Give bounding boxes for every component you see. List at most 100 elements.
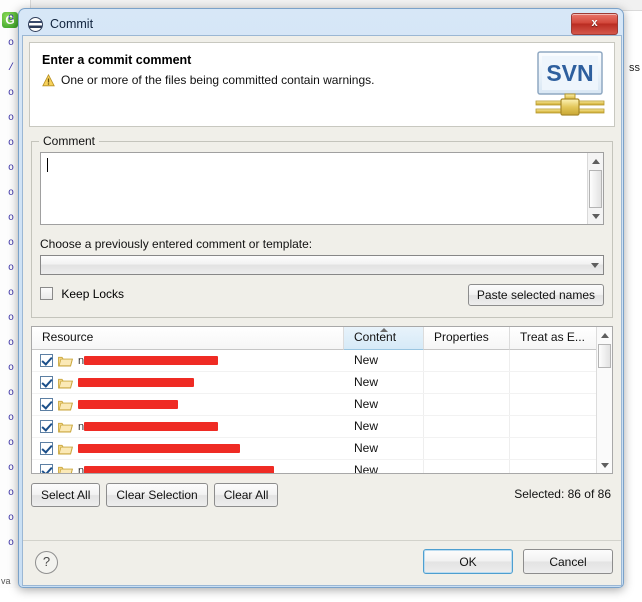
- redacted-resource-name: [84, 356, 219, 365]
- resource-cell[interactable]: n: [32, 354, 344, 367]
- warning-triangle-icon: [42, 74, 55, 87]
- column-header-content[interactable]: Content: [344, 327, 424, 350]
- background-right-text: ss: [629, 62, 640, 74]
- content-cell: New: [344, 460, 424, 473]
- table-scrollbar[interactable]: [596, 327, 612, 473]
- comment-scrollbar[interactable]: [587, 153, 603, 224]
- row-checkbox[interactable]: [40, 420, 53, 433]
- table-scroll-down-icon[interactable]: [597, 457, 612, 473]
- comment-group: Comment Choose a previously entered comm…: [31, 134, 613, 318]
- resource-cell[interactable]: [32, 376, 344, 389]
- paste-selected-names-button[interactable]: Paste selected names: [467, 284, 604, 306]
- resource-table: Resource Content Properties Treat as E... n…: [31, 326, 613, 474]
- column-header-treat-as-e[interactable]: Treat as E...: [510, 327, 600, 350]
- folder-icon: [58, 378, 73, 389]
- sort-ascending-icon: [379, 328, 388, 332]
- content-cell: New: [344, 394, 424, 415]
- resource-cell[interactable]: n: [32, 420, 344, 433]
- svg-text:SVN: SVN: [546, 60, 593, 86]
- table-scrollbar-thumb[interactable]: [598, 344, 611, 368]
- ide-status-bar: [0, 590, 642, 602]
- resource-cell[interactable]: [32, 398, 344, 411]
- comment-legend: Comment: [39, 134, 100, 148]
- dialog-footer: ? OK Cancel: [23, 540, 621, 585]
- commit-dialog: Commit x Enter a commit comment One or m…: [18, 8, 624, 588]
- properties-cell: [424, 394, 510, 415]
- row-checkbox[interactable]: [40, 464, 53, 473]
- dialog-title: Commit: [50, 17, 94, 31]
- text-caret: [47, 158, 48, 172]
- dialog-title-bar[interactable]: Commit x: [22, 12, 620, 36]
- header-message: One or more of the files being committed…: [61, 73, 375, 87]
- folder-icon: [58, 356, 73, 367]
- column-header-label: Treat as E...: [520, 330, 585, 344]
- ok-button[interactable]: OK: [423, 549, 513, 574]
- properties-cell: [424, 438, 510, 459]
- table-row[interactable]: New: [32, 438, 612, 460]
- help-icon[interactable]: ?: [35, 551, 58, 574]
- column-header-label: Content: [354, 330, 397, 344]
- template-chooser-label: Choose a previously entered comment or t…: [40, 237, 313, 251]
- table-row[interactable]: n New: [32, 460, 612, 473]
- row-checkbox[interactable]: [40, 442, 53, 455]
- treat-as-cell: [510, 416, 600, 437]
- scroll-down-icon[interactable]: [588, 208, 604, 224]
- dialog-header: Enter a commit comment One or more of th…: [29, 42, 615, 127]
- resource-cell[interactable]: n: [32, 464, 344, 473]
- page-title: Enter a commit comment: [42, 53, 192, 67]
- treat-as-cell: [510, 350, 600, 371]
- redacted-resource-name: [78, 378, 194, 387]
- properties-cell: [424, 372, 510, 393]
- properties-cell: [424, 460, 510, 473]
- close-icon[interactable]: x: [571, 13, 618, 35]
- treat-as-cell: [510, 438, 600, 459]
- column-header-label: Properties: [434, 330, 489, 344]
- row-checkbox[interactable]: [40, 376, 53, 389]
- row-checkbox[interactable]: [40, 354, 53, 367]
- cancel-button[interactable]: Cancel: [523, 549, 613, 574]
- status-badge: Selected: 86 of 86: [514, 487, 611, 501]
- folder-icon: [58, 444, 73, 455]
- select-all-button[interactable]: Select All: [31, 483, 101, 507]
- comment-textarea[interactable]: [40, 152, 604, 225]
- svn-logo: SVN: [535, 51, 605, 116]
- column-header-properties[interactable]: Properties: [424, 327, 510, 350]
- background-left-text: va: [1, 576, 11, 586]
- table-body: n New New New n New New n New: [32, 350, 612, 473]
- treat-as-cell: [510, 460, 600, 473]
- redacted-resource-name: [78, 444, 240, 453]
- table-row[interactable]: New: [32, 372, 612, 394]
- table-row[interactable]: n New: [32, 416, 612, 438]
- redacted-resource-name: [84, 466, 275, 473]
- selection-button-row: Select All Clear Selection Clear All Sel…: [31, 483, 613, 508]
- resource-cell[interactable]: [32, 442, 344, 455]
- svn-commit-icon: [28, 16, 43, 32]
- keep-locks-row: Keep Locks Paste selected names: [40, 284, 604, 309]
- table-row[interactable]: New: [32, 394, 612, 416]
- scrollbar-thumb[interactable]: [589, 170, 602, 208]
- keep-locks-label: Keep Locks: [61, 287, 125, 301]
- treat-as-cell: [510, 372, 600, 393]
- content-cell: New: [344, 372, 424, 393]
- folder-icon: [58, 422, 73, 433]
- treat-as-cell: [510, 394, 600, 415]
- chevron-down-icon[interactable]: [586, 256, 603, 274]
- table-scroll-up-icon[interactable]: [597, 327, 612, 343]
- row-checkbox[interactable]: [40, 398, 53, 411]
- folder-icon: [58, 400, 73, 411]
- header-message-row: One or more of the files being committed…: [42, 73, 375, 87]
- template-combobox[interactable]: [40, 255, 604, 275]
- keep-locks-checkbox[interactable]: [40, 287, 53, 300]
- properties-cell: [424, 350, 510, 371]
- scroll-up-icon[interactable]: [588, 153, 604, 169]
- redacted-resource-name: [78, 400, 178, 409]
- column-header-resource[interactable]: Resource: [32, 327, 344, 350]
- clear-all-button[interactable]: Clear All: [213, 483, 279, 507]
- redacted-resource-name: [84, 422, 219, 431]
- table-row[interactable]: n New: [32, 350, 612, 372]
- properties-cell: [424, 416, 510, 437]
- table-header-row: Resource Content Properties Treat as E...: [32, 327, 612, 350]
- dialog-client-area: Enter a commit comment One or more of th…: [22, 35, 622, 586]
- clear-selection-button[interactable]: Clear Selection: [106, 483, 208, 507]
- column-header-label: Resource: [42, 330, 94, 344]
